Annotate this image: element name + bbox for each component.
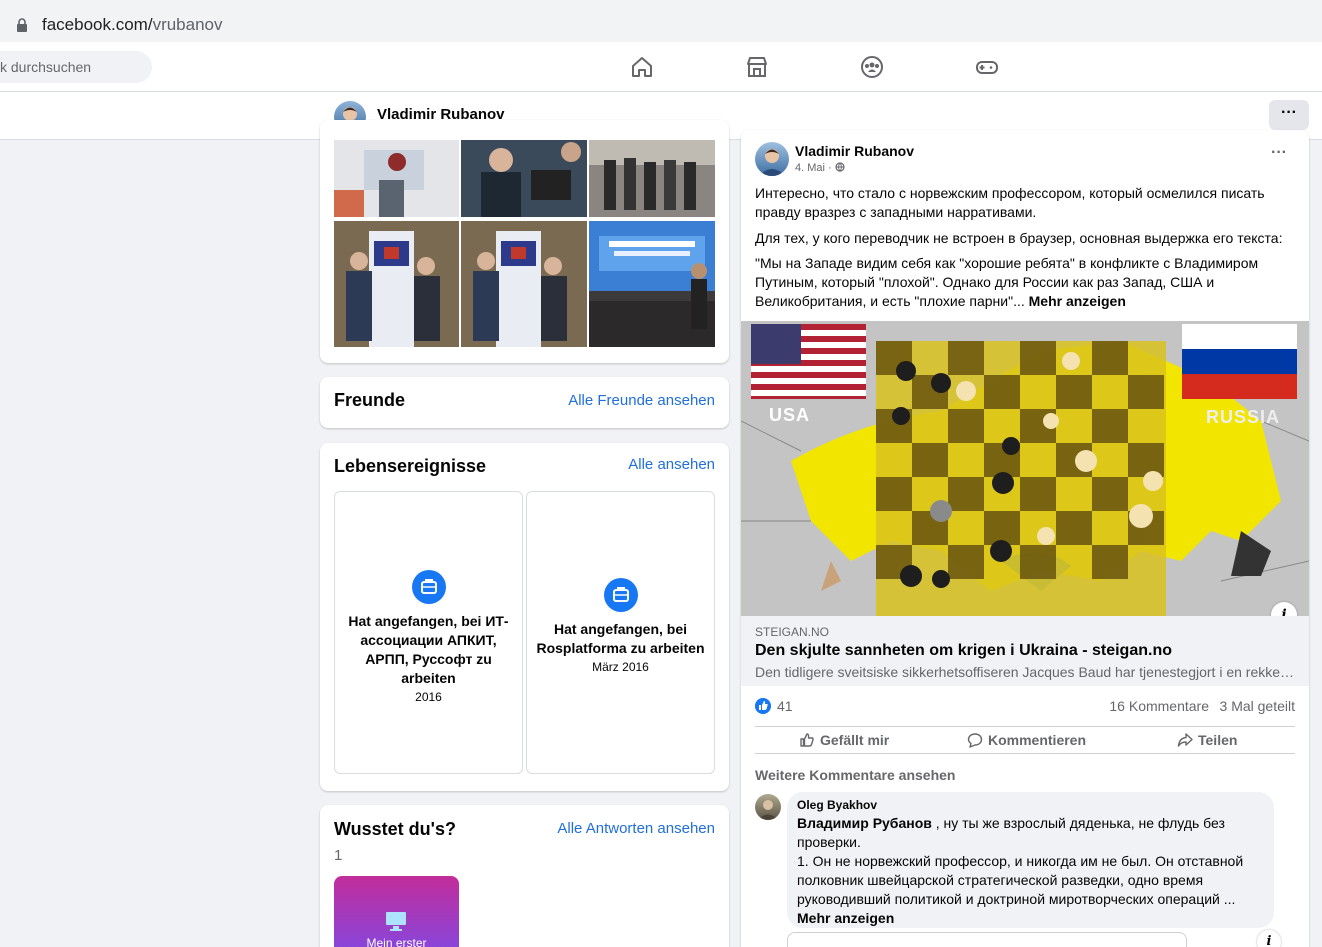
shares-count[interactable]: 3 Mal geteilt	[1220, 698, 1295, 714]
photo-thumbnail[interactable]	[461, 221, 587, 347]
gaming-icon[interactable]	[975, 55, 999, 79]
image-label-russia: RUSSIA	[1206, 407, 1281, 427]
post-text: Для тех, у кого переводчик не встроен в …	[755, 230, 1283, 246]
photos-card	[320, 120, 729, 363]
did-you-know-card: Wusstet du's? Alle Antworten ansehen 1 M…	[320, 805, 729, 947]
all-friends-link[interactable]: Alle Freunde ansehen	[568, 392, 715, 409]
more-options-button[interactable]: ···	[1269, 100, 1309, 130]
avatar[interactable]	[755, 794, 781, 820]
url-text: facebook.com/vrubanov	[42, 15, 223, 34]
did-you-know-tile[interactable]: Mein erster	[334, 876, 459, 947]
photo-thumbnail[interactable]	[334, 140, 459, 217]
share-button[interactable]: Teilen	[1177, 727, 1237, 755]
photo-thumbnail[interactable]	[589, 140, 715, 217]
friends-card: Freunde Alle Freunde ansehen	[320, 377, 729, 428]
photo-thumbnail[interactable]	[334, 221, 459, 347]
briefcase-icon	[603, 578, 638, 612]
comment-author[interactable]: Oleg Byakhov	[797, 798, 1264, 812]
like-reaction-icon[interactable]	[755, 698, 771, 714]
post-actions: Gefällt mir Kommentieren Teilen	[755, 726, 1295, 754]
url-field[interactable]: facebook.com/vrubanov	[0, 4, 1322, 38]
like-count[interactable]: 41	[777, 698, 793, 714]
life-event-item[interactable]: Hat angefangen, bei ИТ-ассоциации АПКИТ,…	[334, 491, 523, 774]
post-text: "Мы на Западе видим себя как "хорошие ре…	[755, 255, 1259, 309]
browser-address-bar: facebook.com/vrubanov	[0, 0, 1322, 42]
life-event-text: Hat angefangen, bei Rosplatforma zu arbe…	[536, 621, 705, 656]
lock-icon	[17, 18, 27, 32]
photo-thumbnail[interactable]	[589, 221, 715, 347]
post-card: Vladimir Rubanov 4. Mai · ··· Интересно,…	[741, 130, 1309, 947]
globe-icon	[835, 162, 845, 172]
thumbs-up-icon	[800, 733, 814, 747]
briefcase-icon	[411, 570, 446, 604]
home-icon[interactable]	[630, 55, 654, 79]
life-events-title: Lebensereignisse	[334, 456, 487, 476]
photo-thumbnail[interactable]	[461, 140, 587, 217]
life-event-item[interactable]: Hat angefangen, bei Rosplatforma zu arbe…	[526, 491, 715, 774]
life-event-text: Hat angefangen, bei ИТ-ассоциации АПКИТ,…	[348, 613, 509, 686]
marketplace-icon[interactable]	[745, 55, 769, 79]
share-icon	[1177, 733, 1193, 747]
did-you-know-title: Wusstet du's?	[334, 819, 456, 839]
link-title: Den skjulte sannheten om krigen i Ukrain…	[755, 642, 1172, 659]
post-options-button[interactable]: ···	[1271, 144, 1287, 162]
see-more-link[interactable]: Mehr anzeigen	[797, 910, 894, 926]
reply-input[interactable]	[787, 932, 1187, 947]
tile-label: Mein erster	[366, 936, 427, 947]
all-life-events-link[interactable]: Alle ansehen	[628, 456, 715, 473]
comments-count[interactable]: 16 Kommentare	[1109, 698, 1209, 714]
link-preview-meta[interactable]: STEIGAN.NO Den skjulte sannheten om krig…	[741, 616, 1309, 686]
friends-title: Freunde	[334, 390, 406, 410]
more-comments-link[interactable]: Weitere Kommentare ansehen	[755, 767, 955, 783]
avatar[interactable]	[755, 142, 789, 176]
all-answers-link[interactable]: Alle Antworten ansehen	[557, 820, 715, 837]
groups-icon[interactable]	[860, 55, 884, 79]
comment-icon	[967, 733, 983, 748]
search-input[interactable]: k durchsuchen	[0, 51, 152, 83]
computer-icon	[386, 912, 406, 931]
like-button[interactable]: Gefällt mir	[799, 727, 889, 755]
info-icon[interactable]: i	[1257, 930, 1281, 947]
post-author[interactable]: Vladimir Rubanov	[795, 143, 914, 159]
image-label-usa: USA	[769, 405, 811, 425]
see-more-link[interactable]: Mehr anzeigen	[1025, 293, 1126, 309]
post-date[interactable]: 4. Mai ·	[795, 162, 845, 174]
link-description: Den tidligere sveitsiske sikkerhetsoffis…	[755, 664, 1295, 680]
reactions-bar: 41 16 Kommentare 3 Mal geteilt	[755, 696, 1295, 720]
comment-button[interactable]: Kommentieren	[967, 727, 1086, 755]
link-domain: STEIGAN.NO	[755, 625, 830, 639]
post-text: Интересно, что стало с норвежским профес…	[755, 185, 1265, 220]
answers-count: 1	[334, 847, 343, 864]
life-event-date: 2016	[415, 690, 442, 704]
life-event-date: März 2016	[592, 660, 649, 674]
link-preview-image[interactable]: USA RUSSIA	[741, 321, 1309, 616]
top-navigation: k durchsuchen	[0, 42, 1322, 92]
life-events-card: Lebensereignisse Alle ansehen Hat angefa…	[320, 443, 729, 791]
comment-text: Владимир Рубанов , ну ты же взрослый дяд…	[797, 815, 1244, 926]
comment-mention[interactable]: Владимир Рубанов	[797, 815, 932, 831]
comment-bubble: Oleg Byakhov Владимир Рубанов , ну ты же…	[787, 792, 1274, 928]
